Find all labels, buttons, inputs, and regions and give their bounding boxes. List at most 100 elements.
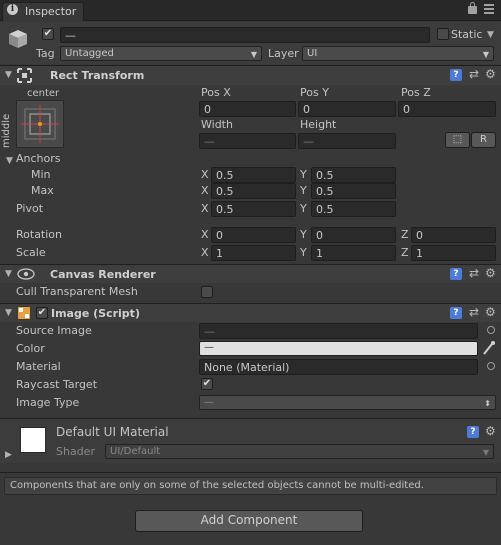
object-picker-icon[interactable]: [487, 362, 495, 370]
eyedropper-icon[interactable]: [482, 340, 496, 356]
static-checkbox[interactable]: [437, 28, 449, 40]
anchor-presets-button[interactable]: [16, 100, 64, 148]
height-field[interactable]: —: [298, 133, 396, 149]
inspector-tab-label: Inspector: [25, 5, 77, 18]
pos-z-field[interactable]: 0: [398, 101, 496, 117]
rotation-label: Rotation: [16, 228, 63, 241]
object-name-field[interactable]: —: [60, 27, 430, 43]
layer-dropdown-value: UI: [307, 48, 318, 59]
canvas-renderer-title: Canvas Renderer: [50, 268, 156, 281]
anchor-vertical-label: middle: [1, 113, 12, 148]
help-icon[interactable]: ?: [450, 268, 462, 280]
anchor-min-y-field[interactable]: 0.5: [311, 167, 396, 183]
help-icon[interactable]: ?: [450, 69, 462, 81]
help-icon[interactable]: ?: [467, 426, 479, 438]
scale-x-field[interactable]: 1: [211, 245, 296, 261]
gear-icon[interactable]: ⚙: [485, 425, 496, 437]
pivot-x-field[interactable]: 0.5: [211, 201, 296, 217]
color-field[interactable]: —: [199, 341, 478, 356]
cull-transparent-mesh-checkbox[interactable]: [201, 286, 213, 298]
x-label: X: [201, 184, 209, 197]
material-label: Material: [16, 360, 61, 373]
chevron-down-icon: ▼: [250, 50, 257, 59]
preset-icon[interactable]: ⇄: [469, 267, 479, 279]
foldout-arrow-icon[interactable]: ▼: [5, 269, 12, 279]
scale-y-field[interactable]: 1: [311, 245, 396, 261]
x-label: X: [201, 168, 209, 181]
x-label: X: [201, 228, 209, 241]
anchor-min-label: Min: [31, 168, 51, 181]
chevron-updown-icon: ⬍: [484, 399, 491, 408]
preset-icon[interactable]: ⇄: [469, 68, 479, 80]
active-checkbox[interactable]: ✔: [42, 28, 54, 40]
eye-icon: [17, 268, 35, 280]
y-label: Y: [300, 168, 307, 181]
layer-dropdown[interactable]: UI ▼: [302, 46, 494, 61]
scale-z-field[interactable]: 1: [411, 245, 496, 261]
image-script-title: Image (Script): [51, 307, 140, 320]
height-label: Height: [300, 118, 337, 131]
static-label: Static: [451, 28, 483, 41]
source-image-field[interactable]: —: [199, 323, 478, 339]
chevron-down-icon: ▼: [482, 448, 489, 457]
chevron-down-icon: ▼: [482, 50, 489, 59]
rotation-y-field[interactable]: 0: [311, 227, 396, 243]
source-image-label: Source Image: [16, 324, 92, 337]
object-picker-icon[interactable]: [487, 326, 495, 334]
pos-x-label: Pos X: [201, 86, 231, 99]
static-dropdown-icon[interactable]: ▼: [487, 30, 494, 40]
y-label: Y: [300, 228, 307, 241]
y-label: Y: [300, 184, 307, 197]
tag-label: Tag: [36, 47, 55, 60]
lock-shackle-icon: [470, 2, 475, 8]
width-label: Width: [201, 118, 233, 131]
anchor-min-x-field[interactable]: 0.5: [211, 167, 296, 183]
material-field[interactable]: None (Material): [199, 359, 478, 375]
anchor-max-label: Max: [31, 184, 54, 197]
raycast-target-checkbox[interactable]: ✔: [201, 378, 213, 390]
rotation-x-field[interactable]: 0: [211, 227, 296, 243]
pivot-label: Pivot: [16, 202, 44, 215]
help-icon[interactable]: ?: [450, 307, 462, 319]
scale-label: Scale: [16, 246, 46, 259]
gameobject-cube-icon: [7, 28, 29, 50]
image-component-icon: [17, 306, 31, 320]
pos-y-label: Pos Y: [300, 86, 329, 99]
anchor-max-y-field[interactable]: 0.5: [311, 183, 396, 199]
anchors-foldout-icon[interactable]: ▼: [6, 156, 13, 166]
gear-icon[interactable]: ⚙: [485, 267, 496, 279]
shader-dropdown[interactable]: UI/Default ▼: [105, 444, 494, 459]
separator: [0, 472, 501, 473]
gear-icon[interactable]: ⚙: [485, 306, 496, 318]
rotation-z-field[interactable]: 0: [411, 227, 496, 243]
z-label: Z: [401, 246, 409, 259]
blueprint-mode-button[interactable]: ⬚: [445, 132, 470, 148]
pos-x-field[interactable]: 0: [199, 101, 296, 117]
shader-value: UI/Default: [110, 446, 161, 457]
color-label: Color: [16, 342, 45, 355]
multi-edit-notice: Components that are only on some of the …: [4, 477, 497, 495]
gear-icon[interactable]: ⚙: [485, 68, 496, 80]
tag-dropdown[interactable]: Untagged ▼: [60, 46, 262, 61]
anchor-max-x-field[interactable]: 0.5: [211, 183, 296, 199]
preset-icon[interactable]: ⇄: [469, 306, 479, 318]
foldout-arrow-icon[interactable]: ▼: [5, 308, 12, 318]
y-label: Y: [300, 246, 307, 259]
anchor-horizontal-label: center: [27, 88, 60, 99]
raw-edit-button[interactable]: R: [471, 132, 496, 148]
material-preview-swatch: [20, 427, 46, 453]
pos-y-field[interactable]: 0: [298, 101, 396, 117]
multi-edit-notice-text: Components that are only on some of the …: [10, 480, 424, 491]
pivot-y-field[interactable]: 0.5: [311, 201, 396, 217]
tab-menu-icon[interactable]: [484, 4, 494, 14]
x-label: X: [201, 202, 209, 215]
foldout-arrow-icon[interactable]: ▼: [5, 70, 12, 80]
add-component-button[interactable]: Add Component: [135, 510, 363, 532]
width-field[interactable]: —: [199, 133, 296, 149]
image-type-dropdown[interactable]: — ⬍: [199, 395, 496, 410]
material-foldout-icon[interactable]: ▶: [5, 450, 12, 460]
x-label: X: [201, 246, 209, 259]
layer-label: Layer: [268, 47, 299, 60]
image-enabled-checkbox[interactable]: ✔: [36, 307, 48, 319]
shader-label: Shader: [56, 445, 95, 458]
